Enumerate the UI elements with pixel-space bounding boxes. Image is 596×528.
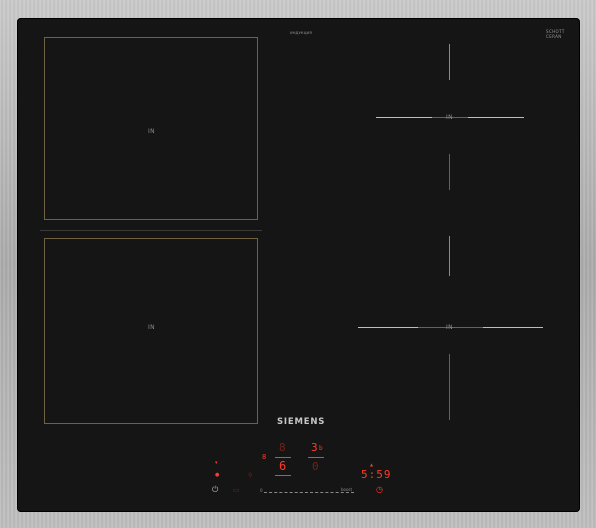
schott-ceran-logo: SCHOTT CERAN <box>546 29 565 39</box>
selected-zone-marker-top <box>275 457 291 458</box>
slider-boost-label: boost <box>341 487 353 492</box>
zone-label-front-right: IN <box>446 324 453 331</box>
zone-label-front-left: IN <box>148 324 155 331</box>
lock-icon[interactable]: ▭ <box>233 486 240 494</box>
zone-label-rear-left: IN <box>148 128 155 135</box>
selected-zone-marker-right-top <box>308 457 324 458</box>
zone-marker-front-right-horizontal-left <box>358 327 418 328</box>
residual-heat-dot: ● <box>215 472 220 478</box>
flex-zone-divider <box>40 230 262 231</box>
brand-logo: SIEMENS <box>277 417 326 427</box>
heat-indicator-icon: ▾ <box>215 460 218 466</box>
zone-marker-rear-right-horizontal-right <box>468 117 524 118</box>
display-rear-left-level: 8 <box>279 441 286 454</box>
zone-marker-front-right-vertical-bottom <box>449 354 450 420</box>
zone-marker-front-right-horizontal-right <box>483 327 543 328</box>
child-lock-icon[interactable]: ⚲ <box>248 472 252 479</box>
display-rear-right-suffix: b <box>319 445 323 452</box>
ceran-text: CERAN <box>546 33 562 39</box>
slider-min-mark: 0 <box>260 488 263 493</box>
timer-indicator-dot: ▲ <box>370 462 374 467</box>
display-front-right-level: 0 <box>312 460 319 473</box>
power-slider[interactable] <box>264 492 354 494</box>
zone-marker-front-right-vertical-top <box>449 236 450 276</box>
timer-display: 5:59 <box>361 468 392 481</box>
zone-marker-rear-right-vertical-bottom <box>449 154 450 190</box>
ceramic-glass-surface: IN IN IN IN ИНДУКЦИЯ SCHOTT CERAN SIEMEN… <box>17 18 580 512</box>
selected-zone-marker-bottom <box>275 475 291 476</box>
display-power-level: 8 <box>262 453 267 461</box>
display-front-left-level: 6 <box>279 459 287 473</box>
cooking-zone-front-left[interactable] <box>44 238 258 424</box>
timer-icon[interactable]: ◷ <box>376 485 383 494</box>
top-small-label: ИНДУКЦИЯ <box>290 31 312 35</box>
display-rear-right-level: 3 <box>311 441 318 454</box>
power-icon[interactable]: ⏻ <box>212 485 218 495</box>
zone-marker-rear-right-vertical-top <box>449 44 450 80</box>
zone-marker-rear-right-horizontal-left <box>376 117 432 118</box>
zone-label-rear-right: IN <box>446 114 453 121</box>
